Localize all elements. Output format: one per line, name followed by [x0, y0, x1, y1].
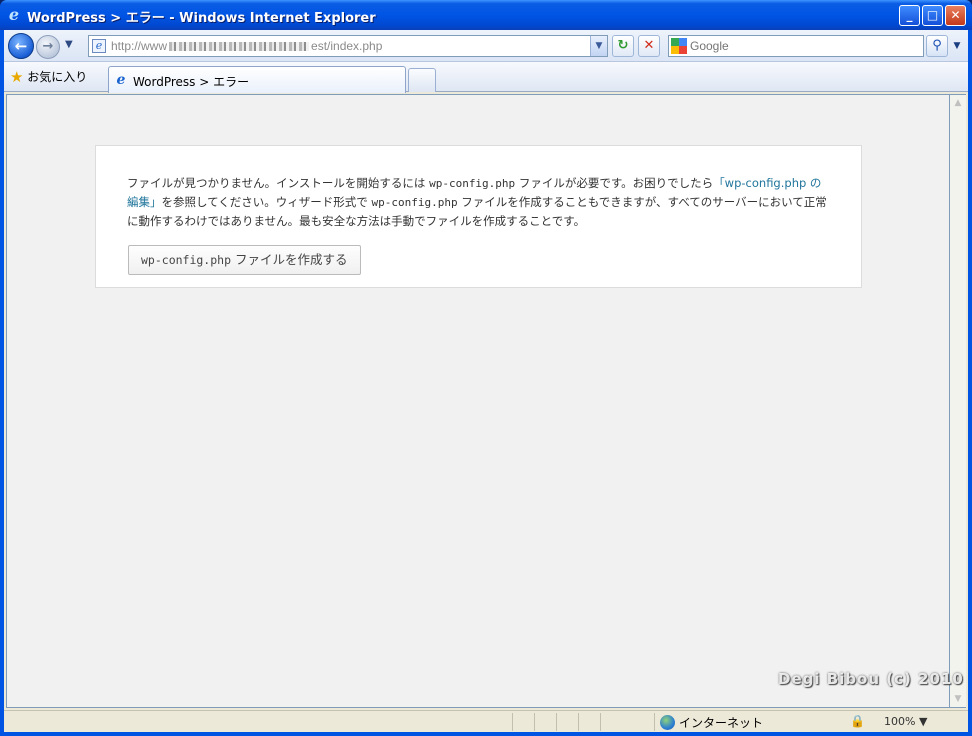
ie-tab-icon: e	[116, 72, 126, 88]
message-text-1: ファイルが見つかりません。インストールを開始するには	[127, 176, 430, 190]
message-text-2: ファイルが必要です。お困りでしたら	[515, 176, 714, 190]
recent-pages-dropdown-icon[interactable]: ▼	[65, 39, 73, 50]
forward-button[interactable]: →	[36, 35, 60, 59]
page-content: ファイルが見つかりません。インストールを開始するには wp-config.php…	[6, 94, 950, 708]
minimize-button[interactable]: _	[899, 5, 920, 26]
zoom-level[interactable]: 100% ▼	[884, 715, 927, 728]
refresh-button[interactable]: ↻	[612, 35, 634, 57]
search-box[interactable]	[668, 35, 924, 57]
address-url[interactable]: http://www est/index.php	[111, 39, 382, 53]
maximize-button[interactable]: □	[922, 5, 943, 26]
security-zone[interactable]: インターネット	[660, 714, 763, 731]
browser-frame: ← → ▼ e http://wwwest/index.php ▼ ↻ ✕ ⚲ …	[4, 30, 968, 732]
status-divider	[556, 713, 557, 731]
search-options-dropdown-icon[interactable]: ▼	[950, 35, 964, 57]
status-bar: インターネット 🔒 100% ▼	[4, 710, 968, 732]
create-config-button[interactable]: wp-config.php ファイルを作成する	[128, 245, 361, 275]
title-bar[interactable]: e WordPress > エラー - Windows Internet Exp…	[0, 0, 972, 30]
message-text-3: を参照してください。ウィザード形式で	[161, 195, 372, 209]
zoom-label: 100%	[884, 715, 916, 728]
new-tab-button[interactable]	[408, 68, 436, 92]
watermark: Degi Bibou (c) 2010	[778, 670, 964, 688]
tab-wordpress-error[interactable]: e WordPress > エラー	[108, 66, 406, 93]
vertical-scrollbar[interactable]: ▲ ▼	[950, 94, 966, 708]
button-label: ファイルを作成する	[231, 252, 348, 267]
button-code: wp-config.php	[141, 253, 232, 267]
message-code-1: wp-config.php	[429, 177, 516, 190]
ie-logo-icon: e	[8, 5, 20, 24]
status-divider	[654, 713, 655, 731]
address-bar[interactable]: e http://www est/index.php ▼	[88, 35, 608, 57]
address-url-suffix: est/index.php	[311, 39, 383, 53]
scroll-up-icon[interactable]: ▲	[950, 95, 966, 111]
globe-icon	[660, 715, 675, 730]
navigation-bar: ← → ▼ e http://wwwest/index.php ▼ ↻ ✕ ⚲ …	[4, 30, 968, 62]
favorites-bar: ★ お気に入り e WordPress > エラー	[4, 62, 968, 93]
tab-title: WordPress > エラー	[133, 75, 250, 89]
stop-button[interactable]: ✕	[638, 35, 660, 57]
google-icon	[671, 38, 687, 54]
wordpress-error-box: ファイルが見つかりません。インストールを開始するには wp-config.php…	[95, 145, 862, 288]
zone-label: インターネット	[679, 716, 764, 730]
back-button[interactable]: ←	[8, 33, 34, 59]
page-icon: e	[92, 39, 106, 53]
favorites-label: お気に入り	[27, 70, 88, 84]
address-dropdown-icon[interactable]: ▼	[590, 36, 607, 56]
window-title: WordPress > エラー - Windows Internet Explo…	[27, 11, 376, 26]
address-url-prefix: http://www	[111, 39, 168, 53]
favorites-button[interactable]: ★ お気に入り	[8, 66, 93, 88]
star-icon: ★	[10, 68, 24, 86]
message-code-2: wp-config.php	[371, 196, 458, 209]
search-button[interactable]: ⚲	[926, 35, 948, 57]
search-input[interactable]	[690, 37, 920, 55]
redacted-url-segment	[169, 42, 310, 51]
status-divider	[578, 713, 579, 731]
status-divider	[600, 713, 601, 731]
status-divider	[534, 713, 535, 731]
scroll-down-icon[interactable]: ▼	[950, 691, 966, 707]
protected-mode-icon[interactable]: 🔒	[850, 714, 865, 728]
status-divider	[512, 713, 513, 731]
close-button[interactable]: ✕	[945, 5, 966, 26]
browser-window: e WordPress > エラー - Windows Internet Exp…	[0, 0, 972, 736]
error-message: ファイルが見つかりません。インストールを開始するには wp-config.php…	[127, 174, 827, 230]
